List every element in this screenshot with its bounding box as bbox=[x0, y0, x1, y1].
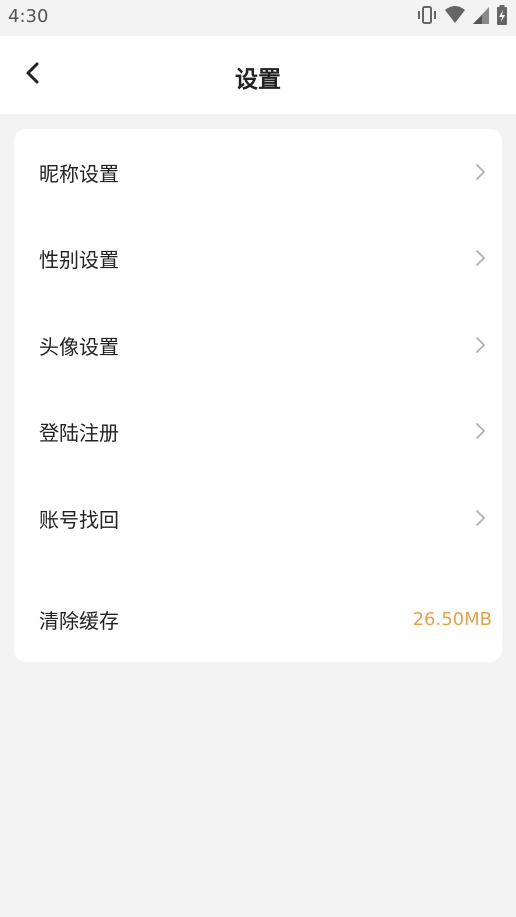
clear-cache-row[interactable]: 清除缓存 26.50MB bbox=[14, 589, 502, 649]
row-label: 头像设置 bbox=[39, 334, 119, 359]
status-bar: 4:30 bbox=[0, 0, 516, 36]
chevron-right-icon bbox=[472, 162, 488, 182]
account-recovery-row[interactable]: 账号找回 bbox=[14, 488, 502, 548]
chevron-right-icon bbox=[472, 248, 488, 268]
nickname-settings-row[interactable]: 昵称设置 bbox=[14, 142, 502, 202]
status-icons bbox=[416, 5, 508, 29]
row-label: 账号找回 bbox=[39, 507, 119, 532]
settings-card: 昵称设置 性别设置 头像设置 登陆注册 账号找回 清除缓存 26.50MB bbox=[14, 129, 502, 662]
chevron-right-icon bbox=[472, 421, 488, 441]
gender-settings-row[interactable]: 性别设置 bbox=[14, 228, 502, 288]
chevron-right-icon bbox=[472, 508, 488, 528]
vibrate-icon bbox=[416, 5, 438, 29]
avatar-settings-row[interactable]: 头像设置 bbox=[14, 315, 502, 375]
chevron-right-icon bbox=[472, 335, 488, 355]
clear-cache-label: 清除缓存 bbox=[39, 608, 119, 633]
battery-charging-icon bbox=[496, 5, 508, 29]
login-register-row[interactable]: 登陆注册 bbox=[14, 401, 502, 461]
cache-size-value: 26.50MB bbox=[412, 608, 492, 630]
row-label: 登陆注册 bbox=[39, 420, 119, 445]
row-label: 昵称设置 bbox=[39, 161, 119, 186]
signal-icon bbox=[472, 5, 490, 29]
page-title: 设置 bbox=[235, 67, 281, 93]
wifi-icon bbox=[444, 5, 466, 29]
row-label: 性别设置 bbox=[39, 247, 119, 272]
header: 设置 bbox=[0, 36, 516, 114]
status-time: 4:30 bbox=[8, 6, 49, 27]
